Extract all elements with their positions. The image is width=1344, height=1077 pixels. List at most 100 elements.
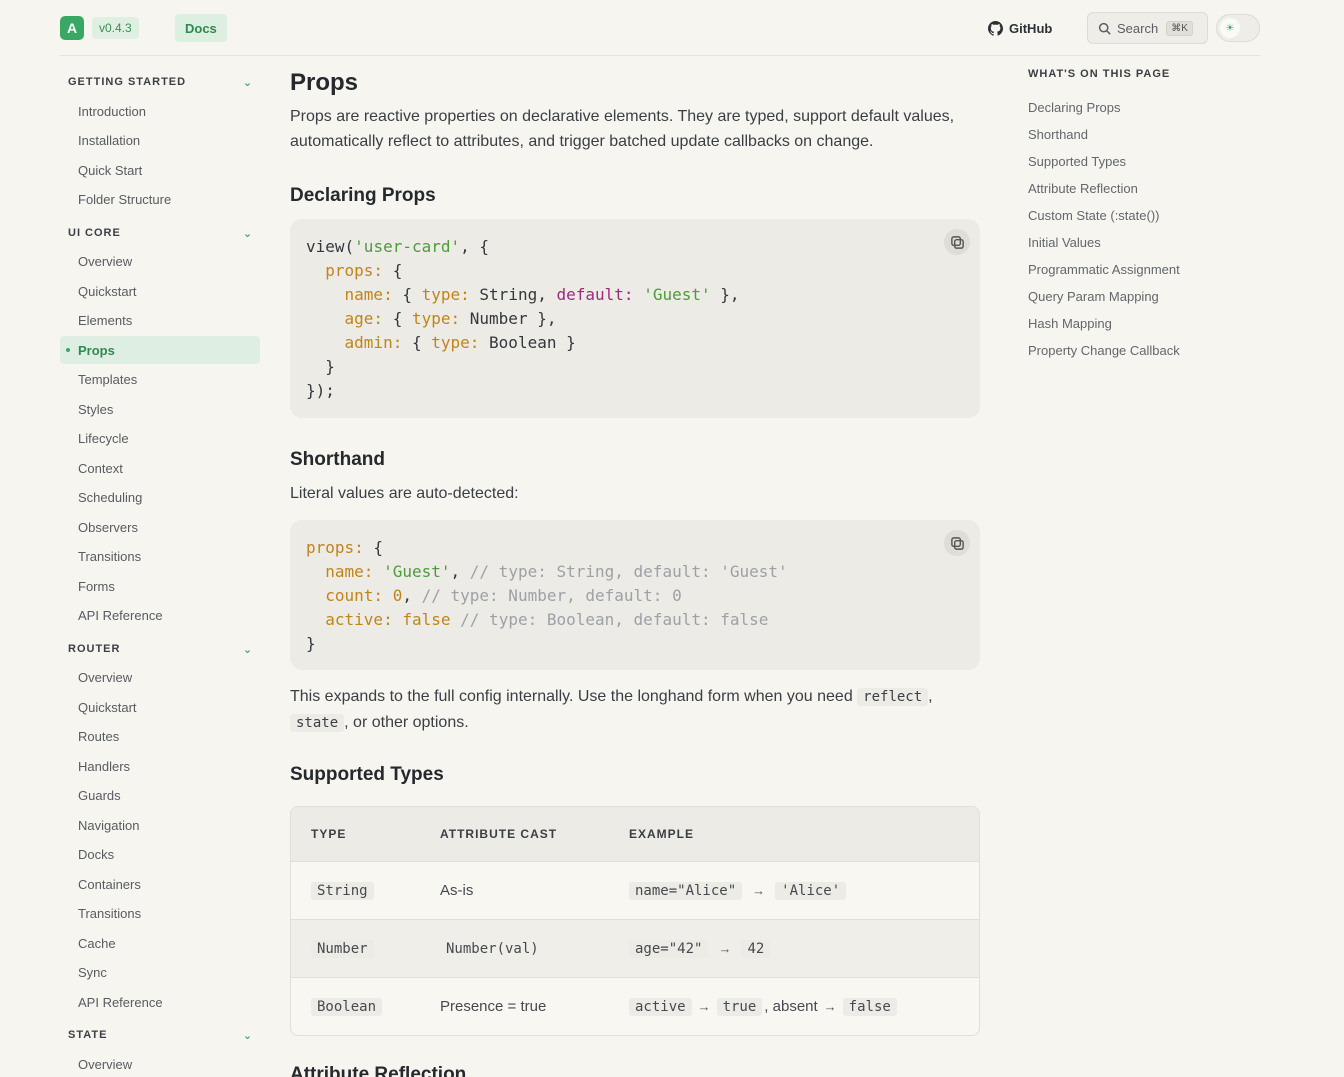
- sidebar-item-lifecycle[interactable]: Lifecycle: [60, 424, 260, 452]
- sidebar-item-containers[interactable]: Containers: [60, 870, 260, 898]
- sidebar-item-overview[interactable]: Overview: [60, 663, 260, 691]
- github-link[interactable]: GitHub: [988, 18, 1052, 38]
- sidebar-item-templates[interactable]: Templates: [60, 365, 260, 393]
- sidebar-item-sync[interactable]: Sync: [60, 958, 260, 986]
- active-indicator: [66, 348, 70, 352]
- sidebar-item-transitions[interactable]: Transitions: [60, 542, 260, 570]
- inline-code-reflect: reflect: [857, 688, 929, 706]
- chevron-down-icon: ⌄: [242, 1029, 254, 1042]
- sidebar-item-scheduling[interactable]: Scheduling: [60, 483, 260, 511]
- sidebar-item-quickstart[interactable]: Quickstart: [60, 277, 260, 305]
- github-icon: [988, 20, 1003, 36]
- arrow-icon: →: [752, 883, 766, 898]
- code-line: }: [306, 357, 335, 376]
- column-header: ATTRIBUTE CAST: [440, 827, 558, 841]
- sidebar-item-docks[interactable]: Docks: [60, 840, 260, 868]
- code-block-declaring: view('user-card', { props: { name: { typ…: [290, 219, 980, 418]
- sidebar-item-api-reference[interactable]: API Reference: [60, 988, 260, 1016]
- inline-code-state: state: [290, 714, 345, 732]
- copy-icon: [950, 536, 964, 550]
- sidebar-item-guards[interactable]: Guards: [60, 781, 260, 809]
- code-line: count: 0, // type: Number, default: 0: [325, 586, 682, 605]
- code-line: name: 'Guest', // type: String, default:…: [325, 562, 788, 581]
- sidebar-item-quickstart[interactable]: Quickstart: [60, 693, 260, 721]
- sidebar-item-transitions[interactable]: Transitions: [60, 899, 260, 927]
- sidebar-item-handlers[interactable]: Handlers: [60, 752, 260, 780]
- column-header: EXAMPLE: [629, 827, 695, 841]
- toc-item[interactable]: Attribute Reflection: [1028, 181, 1138, 196]
- example-cell: active → true , absent → false: [629, 978, 897, 1035]
- table-header-row: TYPE ATTRIBUTE CAST EXAMPLE: [291, 807, 979, 861]
- search-button[interactable]: Search ⌘K: [1087, 12, 1208, 44]
- docs-nav-link[interactable]: Docs: [175, 14, 227, 42]
- arrow-icon: →: [697, 999, 711, 1014]
- chevron-down-icon: ⌄: [242, 643, 254, 656]
- table-row: Number Number(val) age="42" → 42: [291, 919, 979, 977]
- toc-item[interactable]: Query Param Mapping: [1028, 289, 1159, 304]
- sidebar-section-ui-core[interactable]: UI CORE ⌄: [68, 223, 254, 243]
- sidebar-item-folder-structure[interactable]: Folder Structure: [60, 185, 260, 213]
- sidebar-section-title: ROUTER: [68, 643, 121, 655]
- sidebar-item-context[interactable]: Context: [60, 454, 260, 482]
- version-badge: v0.4.3: [92, 17, 139, 39]
- sidebar-item-api-reference[interactable]: API Reference: [60, 601, 260, 629]
- toc-item[interactable]: Custom State (:state()): [1028, 208, 1159, 223]
- sidebar-item-forms[interactable]: Forms: [60, 572, 260, 600]
- type-cell: Boolean: [311, 978, 383, 1035]
- theme-toggle[interactable]: ☀: [1216, 14, 1260, 42]
- supported-types-table: TYPE ATTRIBUTE CAST EXAMPLE String As-is…: [290, 806, 980, 1036]
- sidebar-section-state[interactable]: STATE ⌄: [68, 1025, 254, 1045]
- brand-logo[interactable]: A: [60, 16, 84, 40]
- example-cell: name="Alice" → 'Alice': [629, 862, 847, 919]
- shorthand-note: This expands to the full config internal…: [290, 688, 933, 732]
- sidebar-section-title: UI CORE: [68, 227, 121, 239]
- sidebar-item-navigation[interactable]: Navigation: [60, 811, 260, 839]
- toc-item[interactable]: Programmatic Assignment: [1028, 262, 1180, 277]
- toc-item[interactable]: Supported Types: [1028, 154, 1126, 169]
- sidebar-item-routes[interactable]: Routes: [60, 722, 260, 750]
- sidebar-item-overview[interactable]: Overview: [60, 247, 260, 275]
- code-line: age: { type: Number },: [344, 309, 557, 328]
- heading-shorthand: Shorthand: [290, 449, 385, 470]
- toc-item[interactable]: Declaring Props: [1028, 100, 1121, 115]
- copy-button[interactable]: [944, 530, 970, 556]
- toc-item[interactable]: Initial Values: [1028, 235, 1101, 250]
- sidebar-section-router[interactable]: ROUTER ⌄: [68, 639, 254, 659]
- sun-icon: ☀: [1220, 18, 1240, 38]
- cast-cell: Number(val): [446, 940, 539, 957]
- code-line: admin: { type: Boolean }: [344, 333, 576, 352]
- sidebar-section-title: STATE: [68, 1029, 108, 1041]
- copy-button[interactable]: [944, 229, 970, 255]
- page-intro: Props are reactive properties on declara…: [290, 108, 955, 150]
- heading-declaring-props: Declaring Props: [290, 185, 436, 206]
- toc-item[interactable]: Shorthand: [1028, 127, 1088, 142]
- copy-icon: [950, 235, 964, 249]
- sidebar-item-introduction[interactable]: Introduction: [60, 97, 260, 125]
- sidebar-item-props[interactable]: Props: [60, 336, 260, 364]
- github-label: GitHub: [1009, 20, 1053, 36]
- top-header: A v0.4.3 Docs GitHub Search ⌘K ☀: [60, 0, 1260, 56]
- code-line: }: [306, 634, 316, 653]
- chevron-down-icon: ⌄: [242, 227, 254, 240]
- sidebar-item-elements[interactable]: Elements: [60, 306, 260, 334]
- sidebar-section-title: GETTING STARTED: [68, 76, 187, 88]
- cast-cell: As-is: [440, 882, 474, 899]
- heading-supported-types: Supported Types: [290, 764, 444, 785]
- sidebar-section-getting-started[interactable]: GETTING STARTED ⌄: [68, 72, 254, 92]
- code-line: props: {: [325, 261, 403, 280]
- sidebar-item-overview[interactable]: Overview: [60, 1050, 260, 1077]
- sidebar-item-quick-start[interactable]: Quick Start: [60, 156, 260, 184]
- heading-attribute-reflection: Attribute Reflection: [290, 1064, 467, 1077]
- table-row: String As-is name="Alice" → 'Alice': [291, 861, 979, 919]
- code-line: view('user-card', {: [306, 237, 490, 256]
- sidebar-item-installation[interactable]: Installation: [60, 126, 260, 154]
- sidebar-item-observers[interactable]: Observers: [60, 513, 260, 541]
- sidebar-item-cache[interactable]: Cache: [60, 929, 260, 957]
- sidebar-item-styles[interactable]: Styles: [60, 395, 260, 423]
- toc-item[interactable]: Property Change Callback: [1028, 343, 1180, 358]
- table-row: Boolean Presence = true active → true , …: [291, 977, 979, 1035]
- shorthand-description: Literal values are auto-detected:: [290, 485, 519, 502]
- toc-item[interactable]: Hash Mapping: [1028, 316, 1112, 331]
- code-line: props: {: [306, 538, 384, 557]
- search-shortcut: ⌘K: [1166, 20, 1193, 36]
